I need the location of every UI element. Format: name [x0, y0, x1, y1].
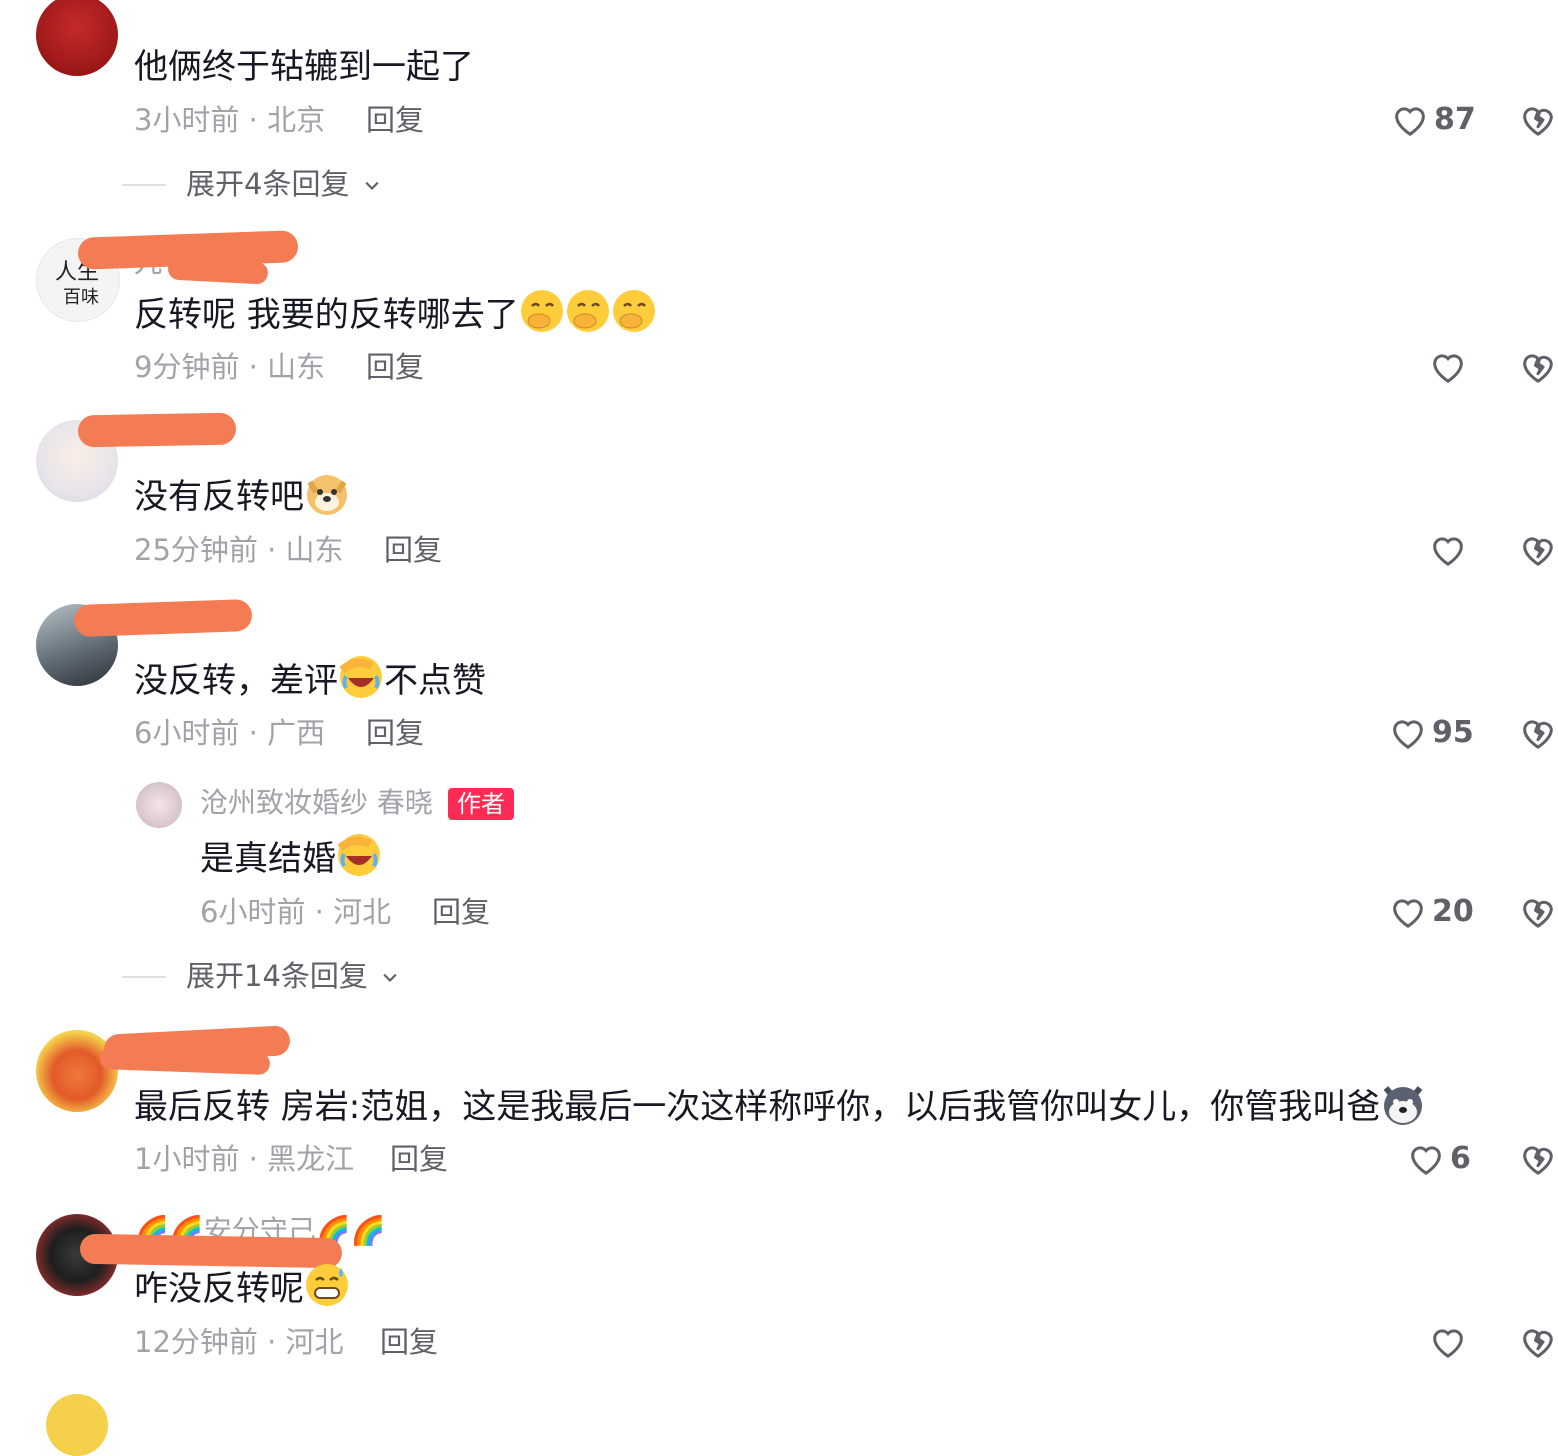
redaction-mark: [99, 1047, 271, 1075]
hand-over-mouth-emoji-icon: [612, 290, 655, 332]
comment-text-content: 没有反转吧: [134, 477, 304, 517]
comment-text-content: 咋没反转呢: [134, 1269, 304, 1309]
expand-replies-button[interactable]: 展开14条回复: [186, 958, 403, 994]
comment-text: 咋没反转呢: [134, 1262, 350, 1312]
hand-over-mouth-emoji-icon: [520, 290, 563, 332]
redaction-mark: [167, 257, 269, 285]
heart-outline-icon[interactable]: [1428, 347, 1468, 387]
heart-outline-icon[interactable]: [1390, 100, 1430, 140]
comment-text: 没反转，差评 不点赞: [134, 654, 486, 704]
comment-text: 他俩终于轱辘到一起了: [134, 47, 474, 87]
reply-button[interactable]: 回复: [432, 894, 490, 930]
reply-button[interactable]: 回复: [384, 532, 442, 568]
username[interactable]: 沧州致妆婚纱 春晓: [200, 786, 433, 820]
heart-outline-icon[interactable]: [1428, 530, 1468, 570]
comment-text: 没有反转吧: [134, 470, 350, 520]
reply-button[interactable]: 回复: [366, 102, 424, 138]
hand-over-mouth-emoji-icon: [566, 290, 609, 332]
redaction-mark: [77, 412, 237, 448]
reply-button[interactable]: 回复: [380, 1324, 438, 1360]
reply-button[interactable]: 回复: [366, 715, 424, 751]
comment-text: 最后反转 房岩:范姐，这是我最后一次这样称呼你，以后我管你叫女儿，你管我叫爸: [134, 1080, 1426, 1130]
comment-meta: 1小时前 · 黑龙江: [134, 1142, 355, 1176]
heart-outline-icon[interactable]: [1388, 713, 1428, 753]
divider: [122, 976, 166, 978]
facepalm-laugh-emoji-icon: [337, 834, 380, 876]
heart-outline-icon[interactable]: [1406, 1139, 1446, 1179]
comment-meta: 25分钟前 · 山东: [134, 533, 344, 567]
comment-text-content: 没反转，差评: [134, 661, 338, 701]
comment-meta: 6小时前 · 广西: [134, 716, 326, 750]
svg-text:百味: 百味: [63, 287, 99, 308]
avatar[interactable]: [46, 1394, 108, 1456]
comment-text-content: 最后反转 房岩:范姐，这是我最后一次这样称呼你，以后我管你叫女儿，你管我叫爸: [134, 1087, 1381, 1127]
reply-button[interactable]: 回复: [390, 1141, 448, 1177]
like-count: 95: [1432, 715, 1474, 750]
redaction-mark: [73, 598, 253, 638]
comment-meta: 3小时前 · 北京: [134, 103, 326, 137]
comment-meta: 12分钟前 · 河北: [134, 1325, 344, 1359]
broken-heart-icon[interactable]: [1518, 530, 1558, 570]
broken-heart-icon[interactable]: [1518, 1139, 1558, 1179]
expand-label: 展开14条回复: [186, 959, 368, 993]
chevron-down-icon: [383, 973, 397, 983]
expand-replies-button[interactable]: 展开4条回复: [186, 166, 385, 202]
comment-meta: 6小时前 · 河北: [200, 895, 392, 929]
like-count: 6: [1450, 1141, 1471, 1176]
comment-text-content: 反转呢 我要的反转哪去了: [134, 295, 519, 335]
comment-text: 反转呢 我要的反转哪去了: [134, 288, 657, 338]
heart-outline-icon[interactable]: [1388, 892, 1428, 932]
avatar[interactable]: [136, 782, 182, 828]
chevron-down-icon: [365, 181, 379, 191]
like-count: 20: [1432, 894, 1474, 929]
broken-heart-icon[interactable]: [1518, 100, 1558, 140]
broken-heart-icon[interactable]: [1518, 892, 1558, 932]
comment-text-content: 是真结婚: [200, 839, 336, 879]
doge-emoji-icon: [307, 475, 347, 515]
author-badge: 作者: [448, 788, 514, 820]
facepalm-laugh-emoji-icon: [339, 656, 382, 698]
reply-button[interactable]: 回复: [366, 349, 424, 385]
avatar[interactable]: [36, 0, 118, 76]
divider: [122, 184, 166, 186]
husky-emoji-icon: [1383, 1086, 1423, 1125]
grin-sweat-emoji-icon: [306, 1264, 348, 1306]
broken-heart-icon[interactable]: [1518, 713, 1558, 753]
broken-heart-icon[interactable]: [1518, 1322, 1558, 1362]
comment-text-content: 不点赞: [384, 661, 486, 701]
broken-heart-icon[interactable]: [1518, 347, 1558, 387]
comment-meta: 9分钟前 · 山东: [134, 350, 326, 384]
comment-text: 是真结婚: [200, 832, 382, 882]
like-count: 87: [1434, 102, 1476, 137]
heart-outline-icon[interactable]: [1428, 1322, 1468, 1362]
expand-label: 展开4条回复: [186, 167, 350, 201]
